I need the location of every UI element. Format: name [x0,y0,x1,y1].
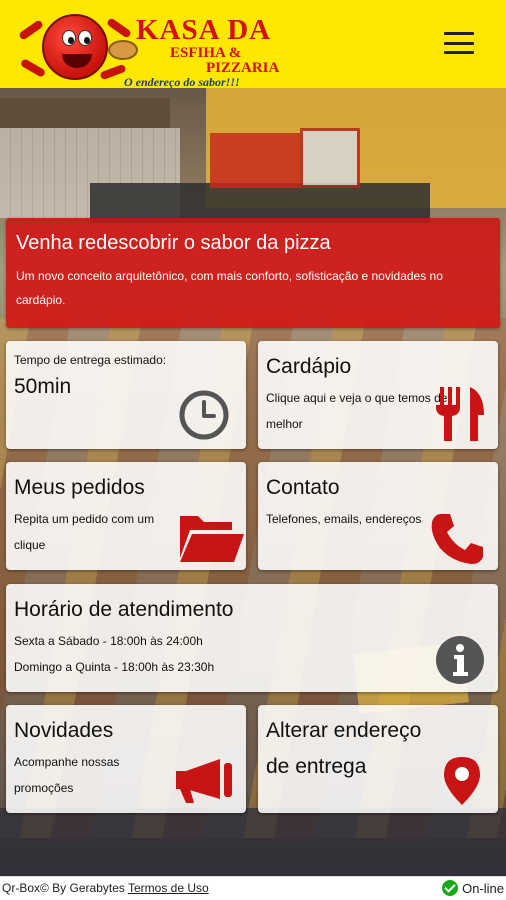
promo-banner: Venha redescobrir o sabor da pizza Um no… [6,218,500,328]
logo-title: KASA DA [136,14,272,46]
my-orders-description: Repita um pedido com um clique [14,512,155,552]
map-pin-icon [444,757,480,805]
banner-title: Venha redescobrir o sabor da pizza [16,232,331,254]
logo-mascot-arm [106,17,132,39]
menu-card-title: Cardápio [266,355,352,378]
logo-mascot-arm [18,19,44,41]
logo-mascot-eye [78,30,92,46]
folder-icon [180,516,244,562]
hamburger-menu-icon[interactable] [444,32,474,54]
app-header: KASA DA ESFIHA & PIZZARIA O endereço do … [0,0,506,88]
logo-subtitle-esfiha: ESFIHA & [170,45,242,61]
app-footer: Qr-Box© By Gerabytes Termos de Uso On-li… [0,876,506,900]
logo-subtitle-pizzaria: PIZZARIA [206,60,280,76]
logo-mascot-mouth [62,54,92,68]
terms-of-use-link[interactable]: Termos de Uso [128,881,209,895]
change-address-card[interactable]: Alterar endereço de entrega [258,705,498,813]
background-counter [90,183,430,223]
news-description: Acompanhe nossas promoções [14,755,120,795]
clock-icon [179,390,229,440]
menu-card[interactable]: Cardápio Clique aqui e veja o que temos … [258,341,498,449]
logo-mascot-leg [99,63,127,81]
logo-mascot [42,14,108,80]
background-shelf [0,98,170,128]
connection-status: On-line [442,880,504,896]
contact-card[interactable]: Contato Telefones, emails, endereços [258,462,498,570]
megaphone-icon [176,759,232,803]
background-fridge [210,133,300,188]
opening-hours-weekend: Sexta a Sábado - 18:00h às 24:00h [14,634,203,648]
change-address-title-line2: de entrega [266,755,367,778]
logo-slogan: O endereço do sabor!!! [124,75,240,89]
logo-mascot-leg [19,58,47,78]
menu-bar [444,32,474,35]
change-address-title-line1: Alterar endereço [266,719,422,742]
logo-mascot-eye [62,30,76,46]
menu-bar [444,51,474,54]
banner-text: Um novo conceito arquitetônico, com mais… [16,269,443,307]
fork-knife-icon [436,387,484,441]
opening-hours-title: Horário de atendimento [14,598,234,621]
opening-hours-weekday: Domingo a Quinta - 18:00h às 23:30h [14,660,215,674]
my-orders-card[interactable]: Meus pedidos Repita um pedido com um cli… [6,462,246,570]
news-card[interactable]: Novidades Acompanhe nossas promoções [6,705,246,813]
connection-status-label: On-line [462,880,504,896]
check-circle-icon [442,880,459,896]
info-icon [436,636,484,684]
menu-bar [444,41,474,45]
my-orders-title: Meus pedidos [14,476,145,499]
menu-card-description: Clique aqui e veja o que temos de melhor [266,391,448,431]
logo[interactable]: KASA DA ESFIHA & PIZZARIA O endereço do … [14,6,294,88]
news-title: Novidades [14,719,114,742]
delivery-time-label: Tempo de entrega estimado: [14,353,167,367]
footer-credit-text: Qr-Box© By Gerabytes [2,881,128,895]
background-floor [0,808,506,876]
logo-esfiha-graphic [108,40,138,60]
opening-hours-card[interactable]: Horário de atendimento Sexta a Sábado - … [6,584,498,692]
footer-credit: Qr-Box© By Gerabytes Termos de Uso [2,881,209,895]
delivery-time-value: 50min [14,375,72,398]
contact-title: Contato [266,476,340,499]
phone-icon [431,514,483,564]
delivery-time-card[interactable]: Tempo de entrega estimado: 50min [6,341,246,449]
background-display-case [300,128,360,188]
